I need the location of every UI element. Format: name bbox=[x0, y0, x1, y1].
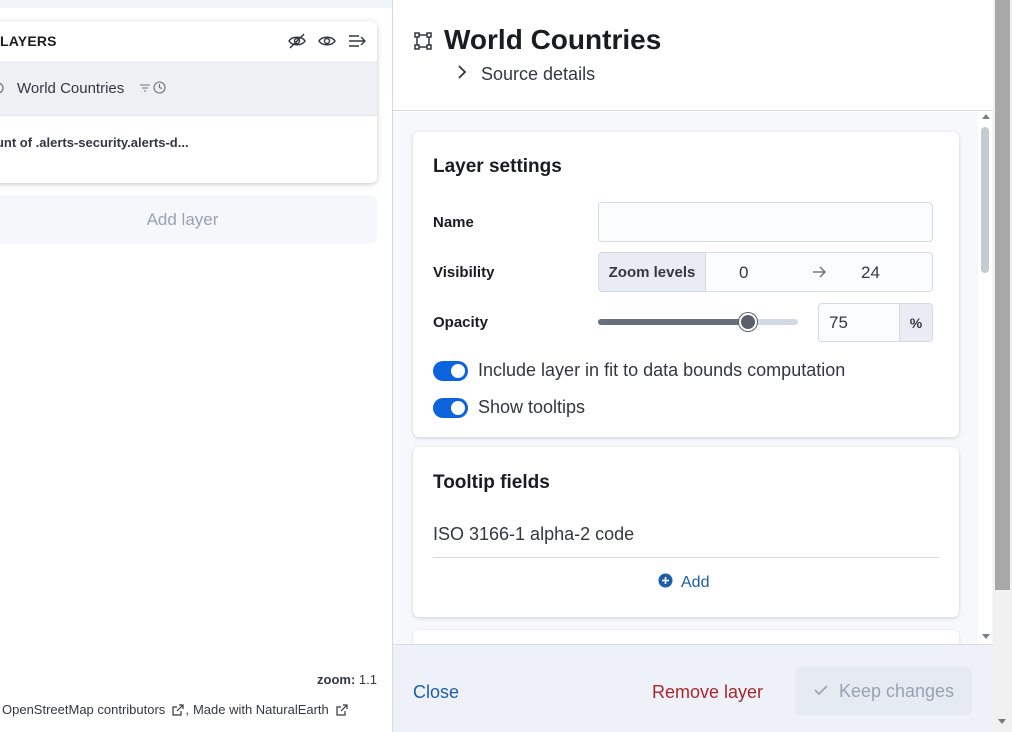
attribution-naturalearth-link[interactable]: Made with NaturalEarth bbox=[193, 702, 329, 717]
scroll-up-arrow[interactable] bbox=[982, 114, 990, 119]
zoom-max-input[interactable]: 24 bbox=[861, 263, 880, 283]
zoom-label: zoom: bbox=[317, 672, 356, 687]
map-attribution: OpenStreetMap contributors , Made with N… bbox=[2, 702, 353, 717]
keep-changes-label: Keep changes bbox=[838, 680, 955, 701]
external-link-icon bbox=[335, 703, 349, 717]
zoom-range-input: Zoom levels 0 24 bbox=[598, 252, 933, 292]
zoom-levels-label: Zoom levels bbox=[599, 253, 706, 291]
add-layer-button[interactable]: Add layer bbox=[0, 195, 377, 244]
page-scrollbar[interactable] bbox=[993, 0, 1012, 732]
vector-layer-icon bbox=[413, 31, 433, 51]
eye-closed-icon[interactable] bbox=[287, 31, 307, 51]
fit-bounds-toggle-row[interactable]: Include layer in fit to data bounds comp… bbox=[433, 360, 845, 381]
flyout-header: World Countries Source details bbox=[393, 0, 994, 111]
divider bbox=[433, 557, 939, 558]
attribution-separator: , bbox=[185, 702, 189, 717]
zoom-readout: zoom: 1.1 bbox=[317, 672, 377, 687]
layer-settings-title: Layer settings bbox=[433, 156, 562, 177]
plus-circle-icon bbox=[658, 573, 673, 593]
layer-status-icon bbox=[0, 81, 8, 100]
external-link-icon bbox=[171, 703, 185, 717]
flyout-footer: Close Remove layer Keep changes bbox=[393, 644, 994, 732]
fit-bounds-switch[interactable] bbox=[433, 360, 468, 381]
page-scroll-down-arrow[interactable] bbox=[998, 719, 1006, 724]
show-tooltips-switch[interactable] bbox=[433, 397, 468, 418]
clock-icon bbox=[153, 81, 166, 99]
layer-row-alerts[interactable]: ount of .alerts-security.alerts-d... bbox=[0, 115, 377, 169]
check-icon bbox=[813, 681, 829, 702]
layer-editor-flyout: World Countries Source details Layer set… bbox=[392, 0, 1012, 732]
percent-unit: % bbox=[899, 304, 932, 341]
page-scroll-thumb[interactable] bbox=[995, 0, 1010, 590]
arrow-right-icon bbox=[811, 264, 827, 280]
zoom-min-input[interactable]: 0 bbox=[739, 263, 748, 283]
chevron-right-icon bbox=[457, 64, 467, 85]
map-top-strip bbox=[0, 0, 392, 8]
next-settings-card bbox=[413, 630, 959, 644]
layer-meta-icons bbox=[139, 81, 166, 99]
layers-header-actions bbox=[287, 31, 367, 51]
layers-panel: LAYERS World Countries ount of .alerts-s… bbox=[0, 21, 377, 183]
filter-icon bbox=[139, 81, 151, 99]
remove-layer-button[interactable]: Remove layer bbox=[652, 682, 763, 703]
opacity-value[interactable]: 75 bbox=[829, 313, 848, 333]
scroll-thumb[interactable] bbox=[981, 127, 989, 273]
tooltip-fields-card: Tooltip fields ISO 3166-1 alpha-2 code A… bbox=[413, 447, 959, 617]
tooltip-field-item[interactable]: ISO 3166-1 alpha-2 code bbox=[433, 524, 634, 545]
opacity-slider-fill bbox=[598, 319, 748, 325]
attribution-osm-link[interactable]: OpenStreetMap contributors bbox=[2, 702, 165, 717]
close-button[interactable]: Close bbox=[413, 682, 459, 703]
map-area[interactable]: LAYERS World Countries ount of .alerts-s… bbox=[0, 0, 392, 732]
show-tooltips-label: Show tooltips bbox=[478, 397, 586, 417]
opacity-label: Opacity bbox=[433, 314, 489, 331]
layers-title: LAYERS bbox=[0, 33, 57, 49]
flyout-scrollbar[interactable] bbox=[978, 112, 992, 644]
opacity-slider-thumb[interactable] bbox=[739, 313, 757, 331]
fit-bounds-label: Include layer in fit to data bounds comp… bbox=[478, 360, 846, 380]
scroll-down-arrow[interactable] bbox=[982, 634, 990, 639]
collapse-panel-icon[interactable] bbox=[347, 31, 367, 51]
visibility-label: Visibility bbox=[433, 264, 495, 281]
source-details-label: Source details bbox=[481, 64, 596, 84]
flyout-body: Layer settings Name Visibility Zoom leve… bbox=[393, 112, 994, 644]
layer-name: ount of .alerts-security.alerts-d... bbox=[0, 135, 189, 150]
name-label: Name bbox=[433, 214, 474, 231]
tooltips-toggle-row[interactable]: Show tooltips bbox=[433, 397, 585, 418]
zoom-value: 1.1 bbox=[358, 672, 377, 687]
keep-changes-button[interactable]: Keep changes bbox=[795, 667, 972, 715]
flyout-title: World Countries bbox=[444, 24, 662, 55]
layer-name-input[interactable] bbox=[598, 202, 933, 242]
opacity-slider[interactable] bbox=[598, 313, 798, 331]
layer-name: World Countries bbox=[17, 79, 125, 97]
opacity-number-input[interactable]: 75 % bbox=[818, 303, 933, 342]
eye-icon[interactable] bbox=[317, 31, 337, 51]
layer-row-world-countries[interactable]: World Countries bbox=[0, 61, 377, 115]
layer-settings-card: Layer settings Name Visibility Zoom leve… bbox=[413, 132, 959, 437]
source-details-toggle[interactable]: Source details bbox=[457, 64, 595, 85]
add-tooltip-field-button[interactable]: Add bbox=[658, 573, 709, 593]
add-label: Add bbox=[681, 574, 710, 591]
tooltip-fields-title: Tooltip fields bbox=[433, 472, 550, 493]
